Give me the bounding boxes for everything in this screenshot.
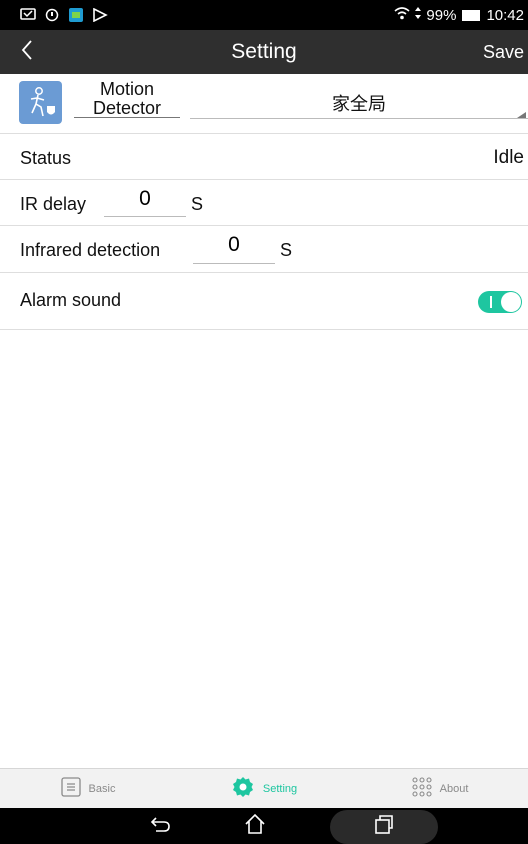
page-title: Setting: [231, 40, 297, 63]
clock: 10:42: [486, 6, 524, 24]
infrared-detection-label: Infrared detection: [20, 240, 161, 260]
device-name-dropdown[interactable]: 家全局: [190, 90, 528, 116]
tab-setting-label: Setting: [262, 782, 298, 795]
tab-setting[interactable]: Setting: [176, 769, 352, 808]
ir-delay-unit: S: [191, 194, 204, 214]
home-icon: [244, 813, 266, 840]
data-arrows-icon: [414, 6, 422, 24]
play-store-icon: [92, 7, 108, 23]
status-row: Status Idle: [0, 135, 528, 180]
system-nav-bar: [0, 808, 528, 844]
infrared-detection-row: Infrared detection 0 S: [0, 227, 528, 273]
gear-icon: [231, 775, 255, 802]
battery-icon: [462, 9, 481, 21]
nav-home-button[interactable]: [240, 813, 270, 840]
alarm-sound-row: Alarm sound: [0, 274, 528, 330]
motion-detector-icon: [19, 81, 62, 124]
grid-dots-icon: [412, 777, 432, 800]
tab-about[interactable]: About: [352, 769, 528, 808]
notification-icon: [20, 8, 36, 22]
ir-delay-row: IR delay 0 S: [0, 181, 528, 226]
device-row: Motion Detector 家全局: [0, 76, 528, 134]
alarm-sound-toggle[interactable]: [478, 291, 522, 313]
title-bar: Setting Save: [0, 30, 528, 74]
back-arrow-icon: [150, 815, 172, 838]
wifi-icon: [394, 6, 410, 24]
status-value: Idle: [493, 147, 524, 168]
toggle-on-mark: [490, 296, 492, 308]
tab-basic[interactable]: Basic: [0, 769, 176, 808]
toggle-knob: [501, 292, 521, 312]
nav-recents-button[interactable]: [369, 814, 399, 838]
nav-back-button[interactable]: [146, 814, 176, 838]
status-label: Status: [20, 148, 72, 168]
tab-about-label: About: [439, 782, 469, 795]
save-button[interactable]: Save: [483, 30, 524, 74]
device-name-underline: [190, 118, 528, 119]
sync-icon: [44, 8, 60, 22]
tab-basic-label: Basic: [88, 782, 116, 795]
battery-percent: 99%: [426, 6, 457, 24]
ir-delay-label: IR delay: [20, 194, 87, 214]
alarm-sound-label: Alarm sound: [20, 290, 122, 310]
infrared-detection-input[interactable]: 0: [193, 233, 275, 264]
bottom-tab-bar: Basic Setting About: [0, 768, 528, 808]
recents-icon: [373, 813, 395, 840]
dropdown-corner-icon: [517, 112, 526, 118]
document-icon: [60, 777, 81, 800]
infrared-detection-unit: S: [280, 240, 293, 260]
status-bar: 99% 10:42: [0, 0, 528, 30]
ir-delay-input[interactable]: 0: [104, 187, 186, 217]
status-icons-right: 99% 10:42: [394, 6, 528, 24]
status-icons-left: [0, 7, 108, 23]
device-type-field[interactable]: Motion Detector: [74, 80, 180, 120]
device-type-underline: [74, 117, 180, 118]
app-icon: [68, 8, 84, 22]
screen: 99% 10:42 Setting Save Motion Detector 家…: [0, 0, 528, 844]
